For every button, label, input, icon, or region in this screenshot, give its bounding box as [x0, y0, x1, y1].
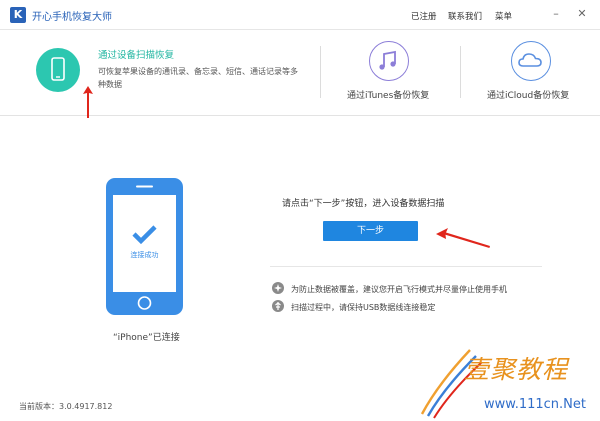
tip-text: 扫描过程中，请保持USB数据线连接稳定: [291, 303, 436, 312]
phone-icon: [51, 57, 65, 81]
tip-text: 为防止数据被覆盖，建议您开启飞行模式并尽量停止使用手机: [291, 285, 507, 294]
app-title: 开心手机恢复大师: [32, 12, 112, 23]
device-scan-title[interactable]: 通过设备扫描恢复: [98, 47, 174, 61]
phone-connected-caption: “iPhone”已连接: [113, 333, 180, 343]
cloud-icon: [518, 53, 542, 67]
airplane-icon: [272, 282, 284, 294]
phone-illustration-icon: [106, 178, 183, 315]
version-label: 当前版本：3.0.4917.812: [19, 402, 113, 411]
contact-us-link[interactable]: 联系我们: [448, 10, 482, 22]
watermark: 壹聚教程 www.111cn.Net: [418, 344, 600, 421]
divider: [320, 46, 321, 98]
device-scan-description: 可恢复苹果设备的通讯录、备忘录、短信、通话记录等多种数据: [98, 67, 298, 89]
device-scan-mode-button[interactable]: [36, 48, 80, 92]
title-bar: K 开心手机恢复大师 已注册 联系我们 菜单 – ✕: [0, 0, 600, 30]
phone-connected-text: 连接成功: [130, 251, 159, 259]
itunes-mode-button[interactable]: [369, 41, 409, 81]
app-logo: K: [10, 7, 26, 23]
watermark-title: 壹聚教程: [464, 355, 569, 384]
menu-link[interactable]: 菜单: [495, 10, 512, 22]
minimize-icon[interactable]: –: [548, 6, 564, 22]
next-step-prompt: 请点击“下一步”按钮，进入设备数据扫描: [282, 199, 445, 209]
annotation-arrow-up: [83, 86, 93, 118]
next-step-button[interactable]: 下一步: [323, 221, 418, 241]
annotation-arrow-left: [436, 228, 490, 248]
divider: [270, 266, 542, 267]
close-icon[interactable]: ✕: [574, 6, 590, 22]
music-note-icon: [379, 50, 396, 70]
icloud-mode-label[interactable]: 通过iCloud备份恢复: [487, 88, 569, 101]
connected-phone-illustration: 连接成功: [106, 178, 183, 315]
divider: [460, 46, 461, 98]
registered-link[interactable]: 已注册: [411, 10, 437, 22]
itunes-mode-label[interactable]: 通过iTunes备份恢复: [347, 88, 429, 101]
watermark-url: www.111cn.Net: [484, 397, 586, 412]
usb-icon: [272, 300, 284, 312]
icloud-mode-button[interactable]: [511, 41, 551, 81]
